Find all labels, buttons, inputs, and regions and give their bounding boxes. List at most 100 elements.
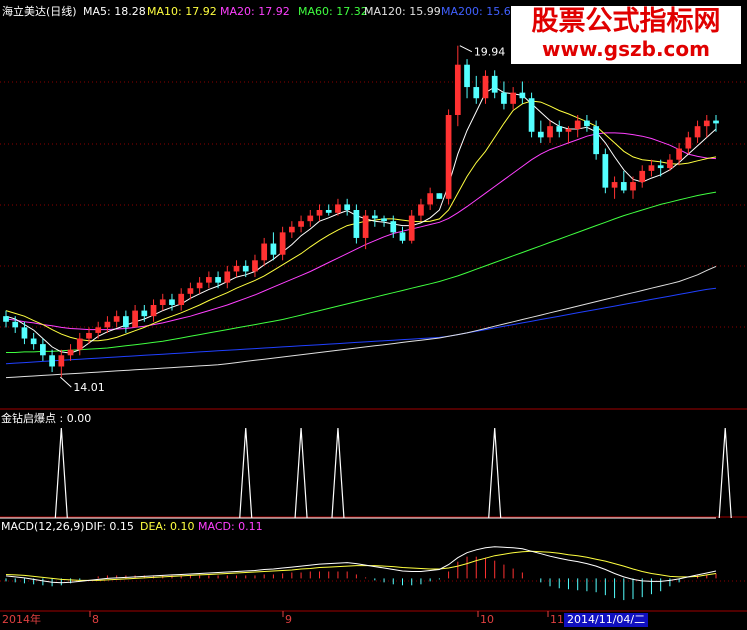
candle-body: [113, 316, 120, 322]
candle-body: [611, 182, 618, 188]
candle-body: [104, 321, 111, 328]
signal-spike: [294, 427, 308, 519]
candle-body: [408, 215, 415, 241]
candle-body: [335, 204, 341, 213]
candle-body: [141, 310, 148, 317]
candle-body: [58, 355, 65, 367]
ma5-line: [5, 86, 717, 354]
candle-body: [510, 92, 517, 104]
candle-body: [123, 316, 129, 328]
candle-body: [491, 75, 498, 93]
selected-date-label: 2014/11/04/二: [564, 613, 649, 627]
candle-body: [399, 232, 406, 241]
candle-body: [482, 75, 489, 99]
candle-body: [288, 226, 295, 233]
candle-body: [528, 98, 535, 132]
candle-body: [371, 215, 378, 219]
candle-body: [353, 210, 360, 238]
candle-body: [76, 338, 83, 350]
candle-body: [67, 349, 74, 356]
candle-body: [12, 321, 19, 328]
candle-body: [95, 327, 102, 333]
candle-body: [565, 128, 572, 132]
signal-spike: [239, 427, 253, 519]
candle-body: [556, 126, 563, 132]
candle-body: [196, 282, 203, 289]
x-axis-label-month-10: 10: [480, 613, 494, 626]
candle-body: [703, 120, 710, 127]
signal-spike: [718, 427, 732, 519]
low-marker-arrow: [59, 376, 72, 388]
candle-body: [630, 182, 636, 191]
candle-body: [418, 204, 424, 216]
candle-body: [30, 338, 37, 345]
candle-body: [685, 137, 692, 149]
candle-body: [639, 170, 646, 183]
candle-body: [3, 316, 9, 322]
candle-body: [584, 120, 590, 127]
macd-dif-line: [5, 546, 717, 584]
candle-body: [242, 265, 249, 272]
candle-body: [537, 131, 544, 138]
high-marker-arrow: [459, 45, 473, 53]
candle-body: [602, 154, 609, 188]
candle-body: [381, 218, 387, 222]
candle-body: [325, 210, 332, 213]
ma200-line: [5, 287, 717, 365]
x-axis-label-month-8: 8: [92, 613, 99, 626]
candle-body: [187, 288, 194, 294]
candle-body: [86, 332, 92, 339]
signal-spike: [54, 427, 68, 519]
signal-spike: [488, 427, 502, 519]
candle-body: [436, 193, 443, 199]
candle-body: [344, 204, 351, 210]
high-price-label: 19.94: [474, 46, 506, 59]
candle-body: [454, 64, 461, 115]
x-axis-label-month-11: 11: [550, 613, 564, 626]
candle-body: [676, 148, 682, 160]
candle-body: [713, 120, 719, 124]
candle-body: [648, 165, 655, 171]
candle-body: [390, 221, 397, 233]
candle-body: [620, 182, 627, 191]
candle-body: [519, 92, 526, 99]
kline-chart[interactable]: 19.94 14.01: [0, 0, 747, 630]
candle-body: [667, 159, 673, 169]
candle-body: [49, 355, 55, 367]
ma60-line: [6, 191, 717, 353]
candle-body: [178, 293, 185, 305]
candle-body: [547, 126, 553, 138]
candle-body: [215, 277, 221, 283]
candle-body: [298, 221, 304, 227]
candle-body: [159, 299, 166, 305]
x-axis-label-month-9: 9: [285, 613, 292, 626]
candle-body: [473, 87, 480, 99]
low-price-label: 14.01: [73, 381, 105, 394]
candle-body: [593, 126, 599, 155]
candle-body: [574, 120, 581, 129]
candle-body: [252, 260, 258, 272]
candle-body: [316, 210, 323, 216]
candle-body: [307, 215, 314, 222]
ma120-line: [5, 265, 717, 379]
x-axis-label-year: 2014年: [2, 613, 41, 626]
signal-spike: [331, 427, 345, 519]
candle-body: [224, 271, 231, 283]
candle-body: [150, 305, 157, 317]
candle-body: [279, 232, 286, 255]
candle-body: [270, 243, 277, 255]
candle-body: [169, 299, 175, 305]
candle-body: [233, 265, 240, 272]
candle-body: [40, 344, 46, 356]
macd-dea-line: [5, 550, 717, 581]
candle-body: [445, 115, 452, 199]
candle-body: [694, 126, 701, 138]
candle-body: [205, 277, 212, 283]
candle-body: [132, 310, 138, 328]
candle-body: [21, 327, 28, 339]
candle-body: [657, 165, 664, 169]
candle-body: [261, 243, 268, 261]
candle-body: [427, 193, 434, 205]
candle-body: [362, 215, 369, 238]
candle-body: [501, 92, 507, 104]
